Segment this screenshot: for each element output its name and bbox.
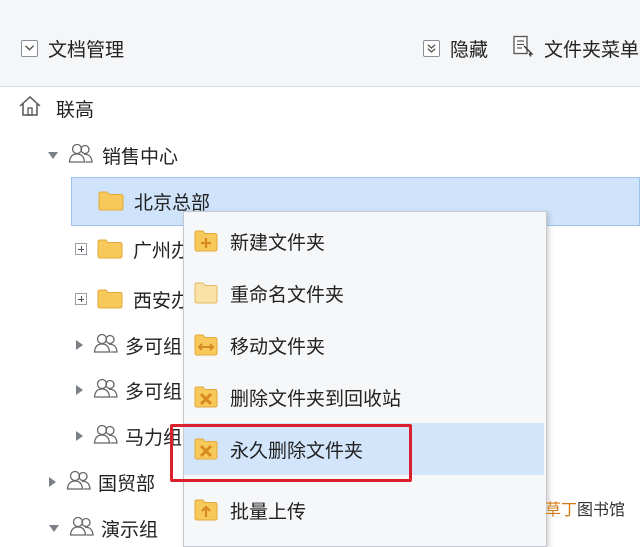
menu-item-move-folder[interactable]: 移动文件夹 bbox=[184, 319, 544, 371]
tree-node-duoke-1[interactable]: 多可组 bbox=[76, 328, 182, 362]
batch-upload-icon bbox=[194, 499, 218, 521]
users-group-icon bbox=[93, 377, 119, 404]
users-group-icon bbox=[68, 142, 94, 169]
tree-node-label: 演示组 bbox=[101, 518, 159, 541]
chevron-down-icon bbox=[21, 39, 38, 57]
folder-menu-icon bbox=[512, 35, 534, 62]
context-menu: 新建文件夹 重命名文件夹 移动文件夹 删除文件夹到回收站 永久删除文件夹 批量上… bbox=[183, 211, 547, 547]
tree-node-label: 国贸部 bbox=[98, 472, 156, 495]
menu-item-batch-upload[interactable]: 批量上传 bbox=[184, 484, 544, 536]
users-group-icon bbox=[66, 469, 92, 496]
menu-item-new-folder[interactable]: 新建文件夹 bbox=[184, 215, 544, 267]
users-group-icon bbox=[69, 515, 95, 542]
expand-toggle-icon[interactable] bbox=[49, 524, 59, 532]
tree-root[interactable]: 联高 bbox=[18, 91, 94, 125]
tree-node-sales-center[interactable]: 销售中心 bbox=[48, 138, 178, 172]
tree-node-guomao[interactable]: 国贸部 bbox=[49, 465, 155, 499]
tree-node-yanshi[interactable]: 演示组 bbox=[49, 511, 158, 545]
users-group-icon bbox=[93, 423, 119, 450]
rename-folder-icon bbox=[194, 282, 218, 304]
tree-node-duoke-2[interactable]: 多可组 bbox=[76, 373, 182, 407]
collapse-toggle-icon[interactable] bbox=[76, 385, 83, 395]
new-folder-icon bbox=[194, 230, 218, 252]
doc-manage-button[interactable]: 文档管理 bbox=[21, 34, 124, 62]
move-folder-icon bbox=[194, 334, 218, 356]
folder-menu-label: 文件夹菜单 bbox=[544, 38, 640, 61]
folder-icon bbox=[97, 289, 123, 309]
tree-node-guangzhou[interactable]: 广州办 bbox=[75, 232, 190, 266]
double-chevron-down-icon bbox=[423, 39, 440, 57]
tree-node-label: 多可组 bbox=[125, 380, 183, 403]
menu-item-label: 批量上传 bbox=[230, 500, 307, 523]
menu-item-label: 新建文件夹 bbox=[230, 231, 326, 254]
menu-item-label: 移动文件夹 bbox=[230, 335, 326, 358]
folder-menu-button[interactable]: 文件夹菜单 bbox=[512, 34, 639, 62]
tree-node-mali[interactable]: 马力组 bbox=[76, 419, 182, 453]
home-icon bbox=[18, 95, 42, 122]
folder-icon bbox=[98, 191, 124, 211]
annotation-highlight-box bbox=[170, 424, 412, 482]
expand-toggle-icon[interactable] bbox=[48, 151, 58, 159]
menu-item-delete-to-recycle[interactable]: 删除文件夹到回收站 bbox=[184, 371, 544, 423]
delete-to-recycle-icon bbox=[194, 386, 218, 408]
tree-node-label: 销售中心 bbox=[102, 145, 179, 168]
menu-item-label: 删除文件夹到回收站 bbox=[230, 387, 402, 410]
tree-node-label: 西安办 bbox=[133, 289, 191, 312]
expand-plus-icon[interactable] bbox=[75, 293, 87, 305]
collapse-toggle-icon[interactable] bbox=[76, 340, 83, 350]
menu-item-label: 重命名文件夹 bbox=[230, 283, 345, 306]
tree-root-label: 联高 bbox=[56, 98, 95, 121]
folder-icon bbox=[97, 239, 123, 259]
collapse-toggle-icon[interactable] bbox=[49, 477, 56, 487]
users-group-icon bbox=[93, 332, 119, 359]
tree-node-xian[interactable]: 西安办 bbox=[75, 282, 190, 316]
doc-manage-label: 文档管理 bbox=[48, 38, 125, 61]
tree-node-label: 多可组 bbox=[125, 335, 183, 358]
tree-node-label: 广州办 bbox=[133, 239, 191, 262]
hide-label: 隐藏 bbox=[450, 38, 489, 61]
toolbar: 文档管理 隐藏 文件夹菜单 bbox=[0, 0, 640, 87]
hide-button[interactable]: 隐藏 bbox=[423, 34, 488, 62]
menu-item-rename-folder[interactable]: 重命名文件夹 bbox=[184, 267, 544, 319]
watermark: 草丁 图书馆 bbox=[545, 496, 625, 520]
watermark-rest: 图书馆 bbox=[577, 500, 626, 519]
expand-plus-icon[interactable] bbox=[75, 243, 87, 255]
collapse-toggle-icon[interactable] bbox=[76, 431, 83, 441]
watermark-accent: 草丁 bbox=[545, 500, 578, 519]
